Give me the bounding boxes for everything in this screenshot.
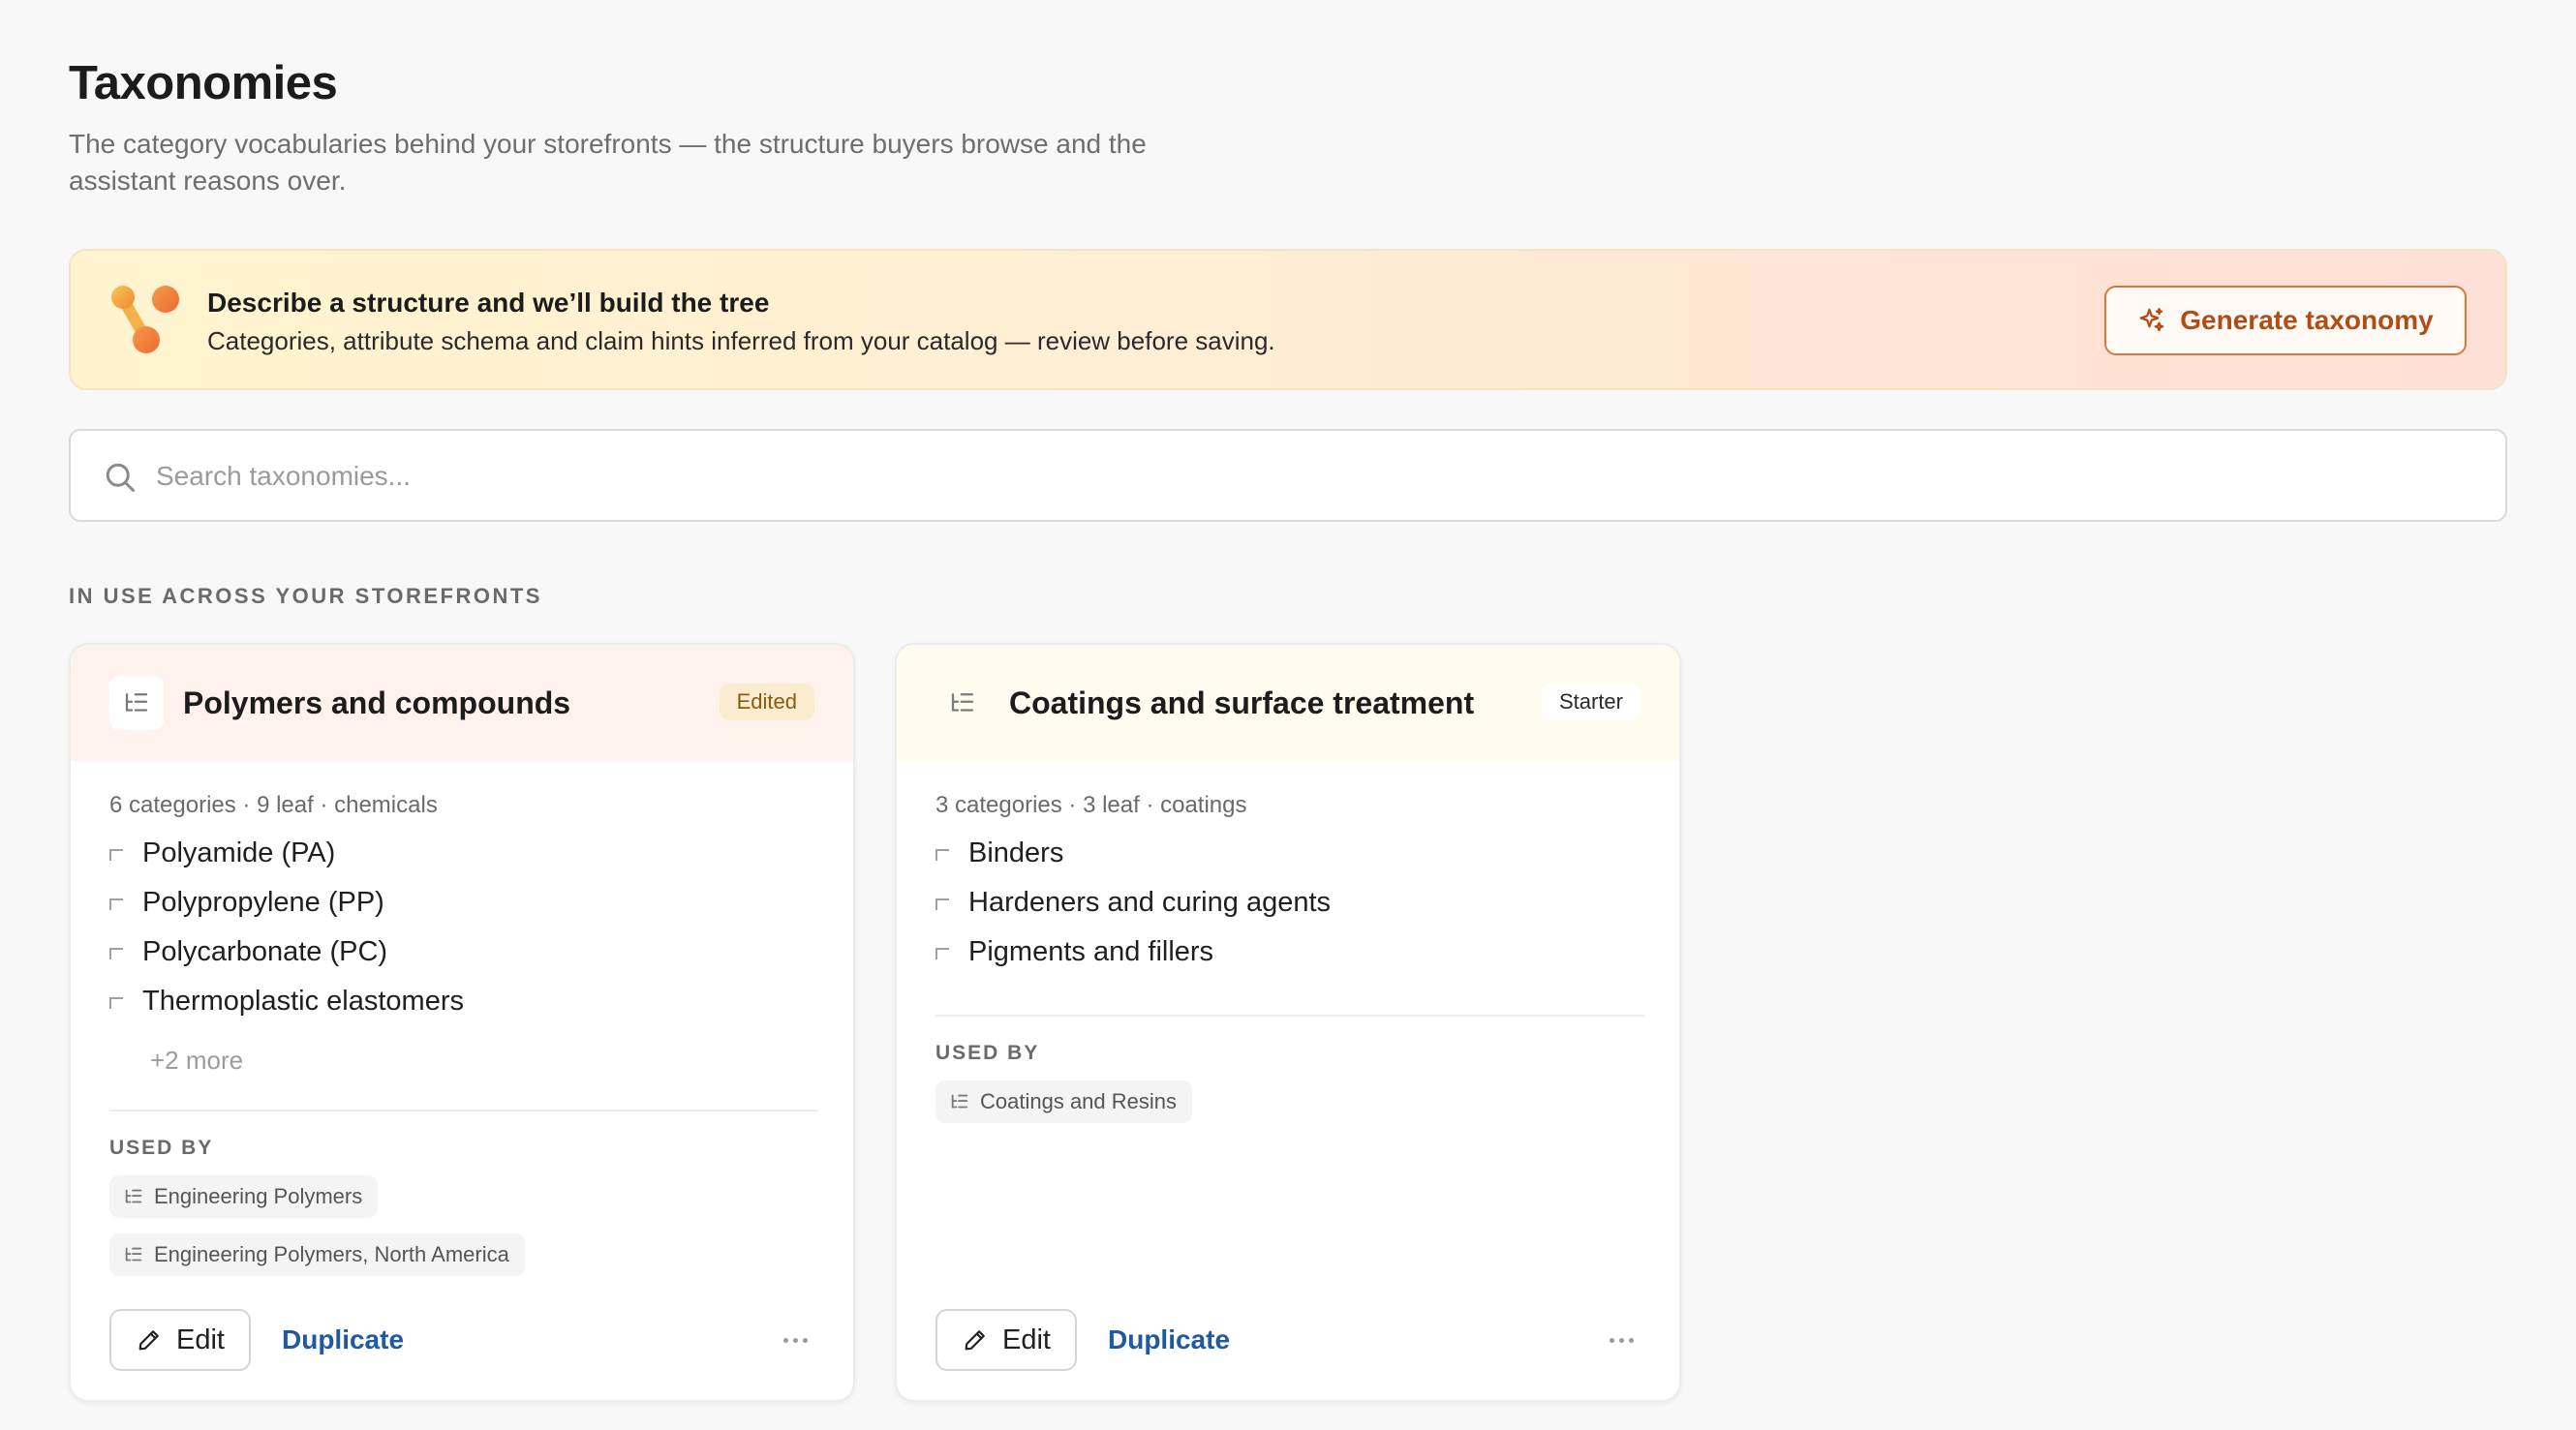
more-categories-link[interactable]: +2 more xyxy=(150,1046,243,1076)
taxonomy-tree-icon xyxy=(935,676,990,730)
duplicate-button[interactable]: Duplicate xyxy=(1108,1324,1230,1355)
page-title: Taxonomies xyxy=(69,57,338,109)
pencil-icon xyxy=(138,1330,159,1351)
generate-taxonomy-button[interactable]: Generate taxonomy xyxy=(2104,286,2467,355)
tree-branch-icon xyxy=(935,898,949,910)
category-item: Hardeners and curing agents xyxy=(935,878,1331,928)
taxonomy-tree-icon xyxy=(109,676,164,730)
card-title: Coatings and surface treatment xyxy=(1009,685,1475,720)
search-bar xyxy=(69,429,2507,522)
tree-branch-icon xyxy=(935,848,949,861)
duplicate-button[interactable]: Duplicate xyxy=(282,1324,404,1355)
tree-branch-icon xyxy=(109,947,123,959)
storefront-chip[interactable]: Engineering Polymers, North America xyxy=(109,1233,525,1276)
taxonomy-card: Polymers and compounds Edited 6 categori… xyxy=(69,643,855,1402)
status-badge: Edited xyxy=(719,684,814,720)
page-subtitle: The category vocabularies behind your st… xyxy=(69,129,1147,196)
category-item: Binders xyxy=(935,829,1331,878)
search-icon xyxy=(106,463,135,492)
more-options-icon[interactable] xyxy=(1602,1321,1641,1359)
section-label: IN USE ACROSS YOUR STOREFRONTS xyxy=(69,584,542,608)
category-item: Polyamide (PA) xyxy=(109,829,464,878)
storefront-chip[interactable]: Coatings and Resins xyxy=(935,1080,1193,1123)
category-list: Binders Hardeners and curing agents Pigm… xyxy=(935,829,1331,977)
sparkle-icon xyxy=(2139,308,2164,332)
edit-button[interactable]: Edit xyxy=(935,1309,1077,1371)
divider xyxy=(935,1015,1644,1017)
tree-branch-icon xyxy=(109,996,123,1009)
category-list: Polyamide (PA) Polypropylene (PP) Polyca… xyxy=(109,829,464,1026)
category-item: Polycarbonate (PC) xyxy=(109,928,464,977)
taxonomy-card: Coatings and surface treatment Starter 3… xyxy=(895,643,1681,1402)
card-header: Coatings and surface treatment Starter xyxy=(897,645,1679,761)
banner-description: Categories, attribute schema and claim h… xyxy=(207,326,1275,355)
edit-button[interactable]: Edit xyxy=(109,1309,251,1371)
pencil-icon xyxy=(965,1330,985,1351)
taxonomy-tree-icon xyxy=(125,1189,142,1203)
tree-branch-icon xyxy=(109,898,123,910)
generate-taxonomy-label: Generate taxonomy xyxy=(2180,305,2434,335)
generate-banner: Describe a structure and we’ll build the… xyxy=(69,249,2507,390)
category-item: Thermoplastic elastomers xyxy=(109,977,464,1026)
card-title: Polymers and compounds xyxy=(183,685,571,720)
card-meta: 6 categories · 9 leaf · chemicals xyxy=(109,792,438,818)
category-item: Polypropylene (PP) xyxy=(109,878,464,928)
status-badge: Starter xyxy=(1541,684,1641,720)
more-options-icon[interactable] xyxy=(776,1321,814,1359)
divider xyxy=(109,1110,818,1111)
card-header: Polymers and compounds Edited xyxy=(71,645,853,761)
used-by-label: USED BY xyxy=(109,1137,214,1159)
used-by-label: USED BY xyxy=(935,1042,1040,1064)
card-meta: 3 categories · 3 leaf · coatings xyxy=(935,792,1247,818)
taxonomy-logo-icon xyxy=(111,286,179,353)
banner-heading: Describe a structure and we’ll build the… xyxy=(207,288,770,318)
taxonomy-tree-icon xyxy=(125,1247,142,1262)
tree-branch-icon xyxy=(109,848,123,861)
search-input[interactable] xyxy=(156,450,2461,502)
category-item: Pigments and fillers xyxy=(935,928,1331,977)
taxonomy-tree-icon xyxy=(951,1094,968,1109)
storefront-chip[interactable]: Engineering Polymers xyxy=(109,1175,379,1218)
tree-branch-icon xyxy=(935,947,949,959)
